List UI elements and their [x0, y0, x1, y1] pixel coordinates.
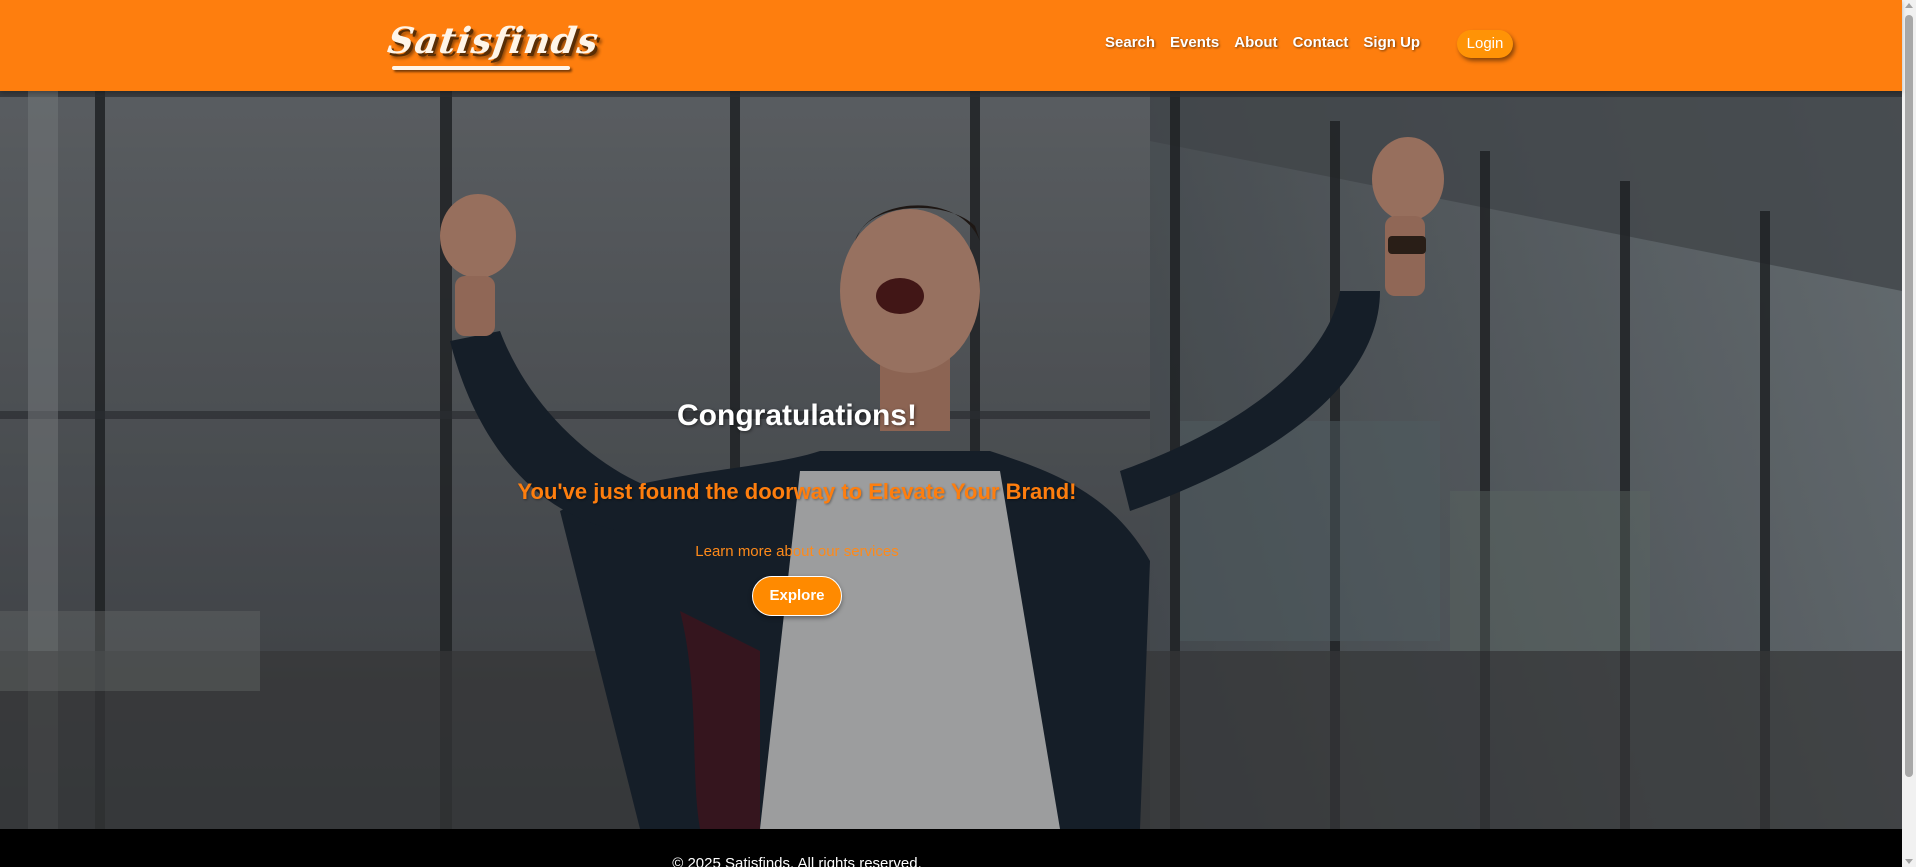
site-logo[interactable]: Satisfinds	[385, 20, 602, 62]
main-nav: Search Events About Contact Sign Up	[1105, 34, 1435, 51]
logo-underline	[392, 66, 570, 70]
site-footer: © 2025 Satisfinds. All rights reserved.	[0, 829, 1902, 867]
nav-about-link[interactable]: About	[1234, 34, 1277, 51]
nav-events-link[interactable]: Events	[1170, 34, 1219, 51]
scroll-thumb[interactable]	[1905, 15, 1913, 777]
scroll-down-arrow-icon[interactable]	[1905, 859, 1913, 864]
learn-more-link[interactable]: Learn more about our services	[0, 543, 1594, 560]
hero-section: Congratulations! You've just found the d…	[0, 91, 1902, 829]
hero-dark-overlay	[0, 91, 1902, 829]
page: Satisfinds Search Events About Contact S…	[0, 0, 1916, 867]
hero-title: Congratulations!	[677, 399, 917, 432]
site-header: Satisfinds Search Events About Contact S…	[0, 0, 1902, 91]
nav-signup-link[interactable]: Sign Up	[1363, 34, 1420, 51]
hero-subtitle: You've just found the doorway to Elevate…	[517, 479, 1077, 504]
login-button[interactable]: Login	[1457, 30, 1513, 58]
explore-button[interactable]: Explore	[752, 576, 842, 616]
nav-contact-link[interactable]: Contact	[1293, 34, 1349, 51]
vertical-scrollbar[interactable]	[1902, 0, 1916, 867]
scroll-up-arrow-icon[interactable]	[1905, 3, 1913, 8]
nav-search-link[interactable]: Search	[1105, 34, 1155, 51]
footer-copyright: © 2025 Satisfinds. All rights reserved.	[672, 855, 922, 867]
